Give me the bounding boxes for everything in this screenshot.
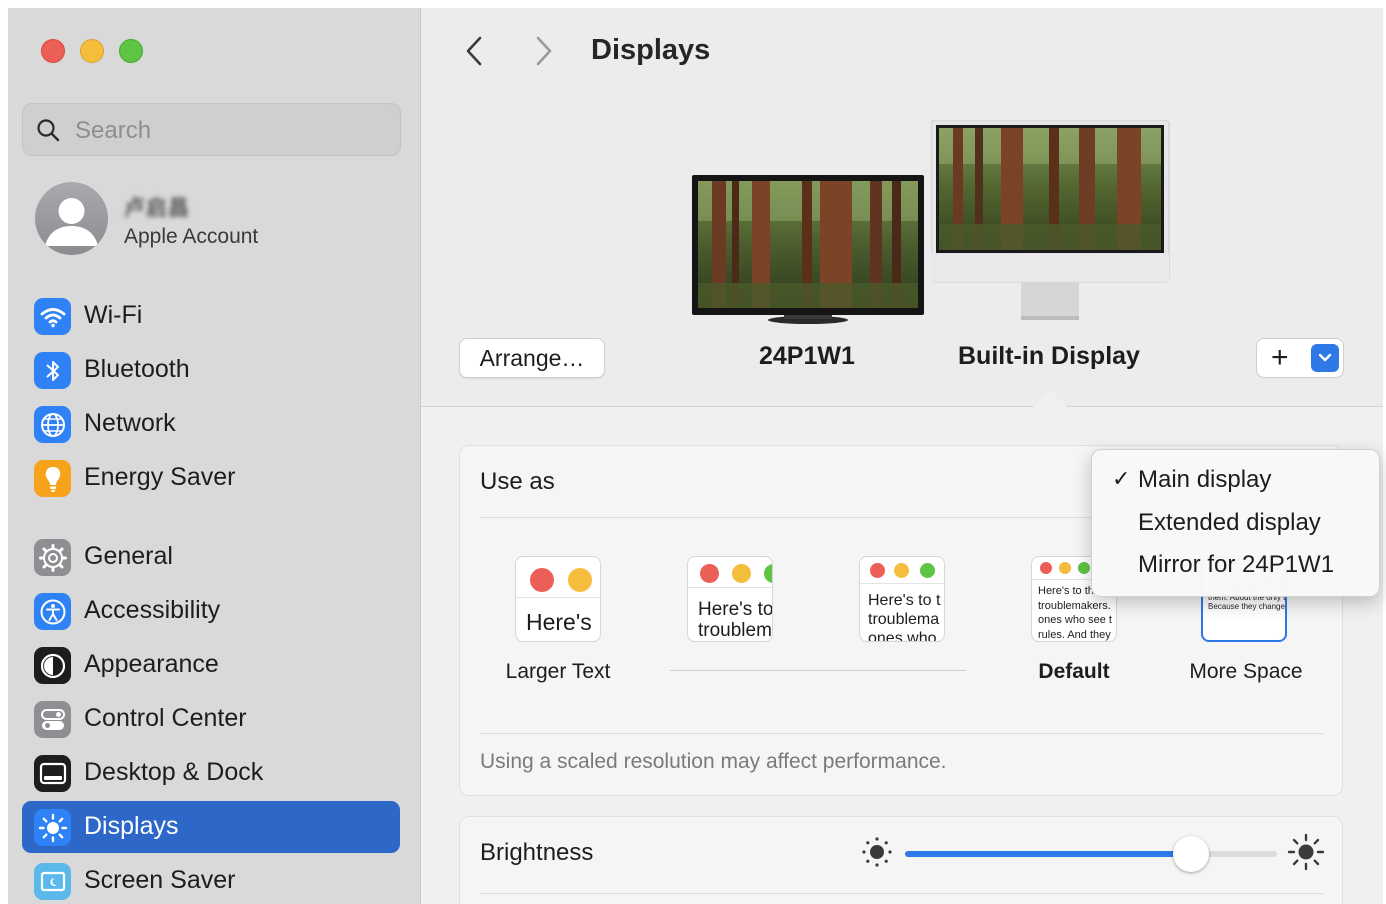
chevron-down-icon[interactable] — [1311, 344, 1339, 372]
minimize-window-button[interactable] — [80, 39, 104, 63]
avatar — [35, 182, 108, 255]
sidebar: 卢启昌 Apple Account Wi-Fi Bluetooth Networ… — [8, 8, 421, 904]
sun-icon — [34, 809, 71, 846]
divider — [480, 893, 1324, 894]
sidebar-item-network[interactable]: Network — [22, 398, 400, 450]
globe-icon — [34, 406, 71, 443]
account-name: 卢启昌 — [124, 197, 190, 220]
sidebar-item-label: Network — [84, 409, 176, 437]
sun-bright-icon — [1287, 833, 1325, 871]
resolution-preview: Here's to troublem — [687, 556, 773, 642]
builtin-display-thumbnail[interactable] — [931, 120, 1171, 330]
search-icon — [37, 119, 60, 142]
selection-notch — [1033, 390, 1067, 407]
sidebar-item-label: General — [84, 542, 173, 570]
sidebar-item-energy-saver[interactable]: Energy Saver — [22, 452, 400, 504]
sidebar-item-screen-saver[interactable]: Screen Saver — [22, 855, 400, 904]
sidebar-item-label: Appearance — [84, 650, 219, 678]
sidebar-item-general[interactable]: General — [22, 531, 400, 583]
brightness-fill — [905, 851, 1192, 857]
sidebar-item-displays[interactable]: Displays — [22, 801, 400, 853]
external-display-label[interactable]: 24P1W1 — [759, 342, 855, 371]
brightness-slider-knob[interactable] — [1173, 836, 1210, 872]
sidebar-item-accessibility[interactable]: Accessibility — [22, 585, 400, 637]
gear-icon — [34, 539, 71, 576]
sidebar-item-bluetooth[interactable]: Bluetooth — [22, 344, 400, 396]
sidebar-item-label: Displays — [84, 812, 179, 840]
page-title: Displays — [591, 34, 711, 66]
back-chevron-icon[interactable] — [463, 34, 485, 68]
menu-item-mirror[interactable]: Mirror for 24P1W1 — [1138, 551, 1334, 579]
sidebar-item-label: Control Center — [84, 704, 247, 732]
account-subtitle: Apple Account — [124, 225, 259, 248]
sidebar-item-label: Bluetooth — [84, 355, 190, 383]
appearance-icon — [34, 647, 71, 684]
brightness-label: Brightness — [480, 839, 594, 866]
forward-chevron-icon[interactable] — [533, 34, 555, 68]
display-arrangement-area: Displays Arrange… 24P1W1 Built-in Displa… — [421, 8, 1383, 407]
control-center-icon — [34, 701, 71, 738]
menu-item-main-display[interactable]: Main display — [1138, 466, 1271, 494]
sun-dim-icon — [862, 837, 892, 867]
use-as-menu: ✓ Main display Extended display Mirror f… — [1091, 449, 1380, 597]
zoom-window-button[interactable] — [119, 39, 143, 63]
brightness-slider[interactable] — [905, 836, 1277, 872]
sidebar-item-label: Desktop & Dock — [84, 758, 264, 786]
add-display-button[interactable]: + — [1256, 338, 1344, 378]
resolution-label-larger-text: Larger Text — [505, 660, 611, 683]
performance-note: Using a scaled resolution may affect per… — [480, 750, 947, 773]
resolution-option-larger-text[interactable]: Here's — [515, 556, 601, 644]
desktop-dock-icon — [34, 755, 71, 792]
checkmark-icon: ✓ — [1112, 466, 1131, 491]
arrange-button[interactable]: Arrange… — [459, 338, 605, 378]
wifi-icon — [34, 298, 71, 335]
close-window-button[interactable] — [41, 39, 65, 63]
sidebar-item-control-center[interactable]: Control Center — [22, 693, 400, 745]
use-as-label: Use as — [480, 468, 555, 495]
brightness-card: Brightness — [459, 816, 1343, 904]
bluetooth-icon — [34, 352, 71, 389]
sidebar-item-wifi[interactable]: Wi-Fi — [22, 290, 400, 342]
resolution-preview: Here's — [515, 556, 601, 642]
resolution-slider-track — [670, 670, 966, 671]
search-input[interactable] — [73, 113, 387, 149]
menu-item-extended-display[interactable]: Extended display — [1138, 509, 1321, 537]
resolution-label-more-space: More Space — [1189, 660, 1303, 683]
sidebar-item-label: Accessibility — [84, 596, 221, 624]
apple-account-item[interactable]: 卢启昌 Apple Account — [35, 182, 405, 258]
lightbulb-icon — [34, 460, 71, 497]
external-display-thumbnail[interactable] — [692, 175, 928, 335]
sidebar-item-desktop-dock[interactable]: Desktop & Dock — [22, 747, 400, 799]
resolution-option-3[interactable]: Here's to t troublema ones who — [859, 556, 945, 644]
search-field[interactable] — [22, 103, 401, 156]
resolution-preview: Here's to t troublema ones who — [859, 556, 945, 642]
person-icon — [45, 198, 98, 246]
screen-saver-icon — [34, 863, 71, 900]
sidebar-item-label: Screen Saver — [84, 866, 236, 894]
sidebar-item-appearance[interactable]: Appearance — [22, 639, 400, 691]
resolution-option-2[interactable]: Here's to troublem — [687, 556, 773, 644]
plus-icon: + — [1271, 341, 1289, 374]
sidebar-item-label: Energy Saver — [84, 463, 236, 491]
sidebar-item-label: Wi-Fi — [84, 301, 143, 329]
divider — [480, 733, 1324, 734]
resolution-label-default: Default — [1038, 660, 1110, 683]
builtin-display-label[interactable]: Built-in Display — [958, 342, 1140, 371]
accessibility-icon — [34, 593, 71, 630]
